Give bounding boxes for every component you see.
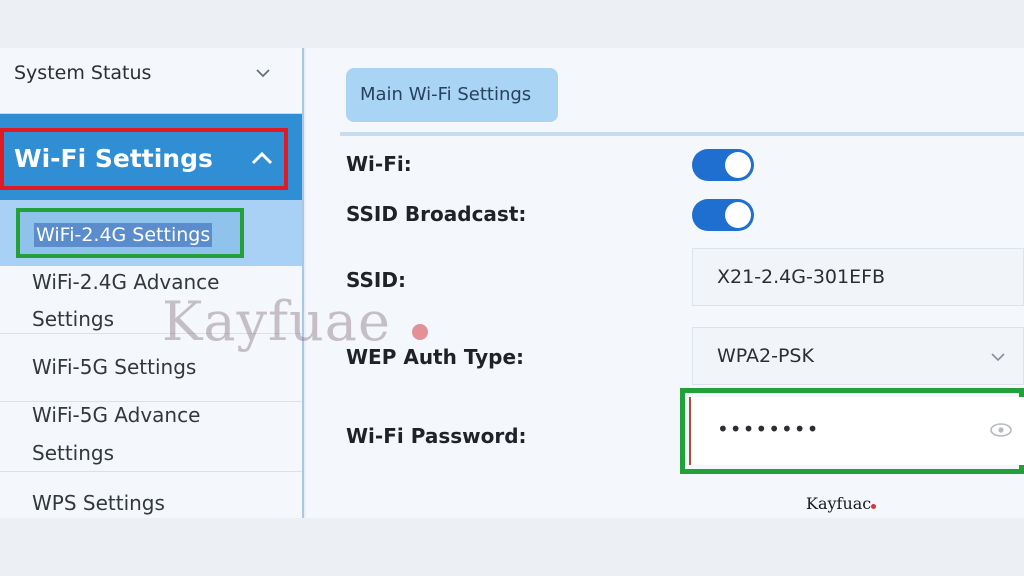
auth-type-select[interactable]: WPA2-PSK <box>692 327 1024 385</box>
sidebar-subitem-wps-settings[interactable]: WPS Settings <box>0 472 302 518</box>
ssid-label: SSID: <box>346 268 406 292</box>
password-value: •••••••• <box>717 417 820 441</box>
ssid-value: X21-2.4G-301EFB <box>717 266 886 288</box>
sidebar-item-wifi-settings[interactable]: Wi-Fi Settings <box>0 114 302 200</box>
router-admin-screen: System Status Wi-Fi Settings WiFi-2.4G S… <box>0 0 1024 576</box>
password-label: Wi-Fi Password: <box>346 424 527 448</box>
tab-main-wifi-settings[interactable]: Main Wi-Fi Settings <box>346 68 558 122</box>
sidebar-subitem-label: Settings <box>32 307 115 331</box>
sidebar-subitem-label: Settings <box>32 441 115 465</box>
logo-text: Kayfuac <box>806 494 872 513</box>
sidebar-subitem-label: WiFi-5G Settings <box>32 355 197 379</box>
toggle-knob <box>725 202 751 228</box>
top-strip <box>0 0 1024 48</box>
auth-type-value: WPA2-PSK <box>717 345 814 367</box>
sidebar-item-label: Wi-Fi Settings <box>14 144 213 173</box>
sidebar-subitem-wifi-24g-settings[interactable]: WiFi-2.4G Settings <box>0 200 302 266</box>
password-input[interactable]: •••••••• <box>689 397 1024 465</box>
wifi-toggle[interactable] <box>692 149 754 181</box>
watermark-text: Kayfuae <box>162 290 391 353</box>
green-highlight-box: WiFi-2.4G Settings <box>16 208 244 258</box>
green-highlight-box: •••••••• <box>680 388 1024 474</box>
eye-icon[interactable] <box>989 421 1013 439</box>
watermark-dot <box>412 324 428 340</box>
sidebar: System Status Wi-Fi Settings WiFi-2.4G S… <box>0 48 304 518</box>
chevron-down-icon <box>256 69 270 78</box>
chevron-up-icon <box>251 151 273 165</box>
sidebar-subitem-wifi-5g-advance[interactable]: WiFi-5G Advance Settings <box>0 402 302 472</box>
sidebar-subitem-label: WPS Settings <box>32 491 165 515</box>
sidebar-item-system-status[interactable]: System Status <box>0 48 302 114</box>
main-panel: Main Wi-Fi Settings Wi-Fi: SSID Broadcas… <box>306 48 1024 518</box>
ssid-broadcast-label: SSID Broadcast: <box>346 202 527 226</box>
ssid-broadcast-toggle[interactable] <box>692 199 754 231</box>
tab-underline <box>340 132 1024 136</box>
toggle-knob <box>725 152 751 178</box>
sidebar-subitem-label: WiFi-2.4G Settings <box>34 223 213 247</box>
tab-label: Main Wi-Fi Settings <box>360 84 532 105</box>
chevron-down-icon <box>991 353 1005 362</box>
sidebar-subitem-label: WiFi-5G Advance <box>32 403 201 427</box>
logo-dot <box>871 504 876 509</box>
bottom-strip <box>0 518 1024 576</box>
sidebar-item-label: System Status <box>14 62 152 84</box>
wifi-label: Wi-Fi: <box>346 152 412 176</box>
ssid-input[interactable]: X21-2.4G-301EFB <box>692 248 1024 306</box>
